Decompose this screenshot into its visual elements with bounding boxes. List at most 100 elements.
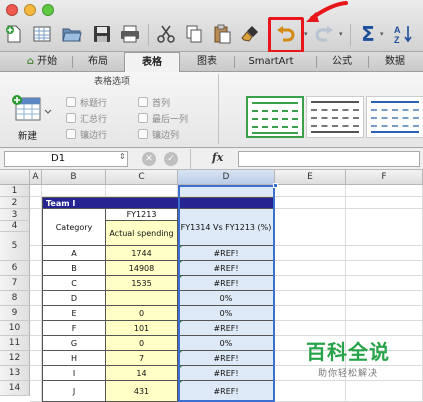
- tab-layout[interactable]: 布局: [76, 52, 120, 72]
- column-header-d[interactable]: D: [178, 170, 275, 185]
- category-cell[interactable]: F: [42, 321, 106, 336]
- cell[interactable]: [275, 291, 346, 306]
- cell[interactable]: [30, 209, 42, 246]
- spending-cell[interactable]: 431: [106, 381, 178, 402]
- format-brush-icon[interactable]: [238, 22, 262, 46]
- select-all-corner[interactable]: [0, 170, 30, 185]
- row-header-13[interactable]: 13: [0, 366, 30, 381]
- first-column-checkbox[interactable]: [138, 97, 148, 107]
- actual-spending-header-cell[interactable]: Actual spending: [106, 221, 178, 246]
- option-header-row[interactable]: 标题行: [66, 96, 107, 109]
- spending-cell[interactable]: 14908: [106, 261, 178, 276]
- cell[interactable]: [275, 185, 346, 197]
- team-header-cell[interactable]: Team I: [42, 197, 275, 209]
- category-cell[interactable]: G: [42, 336, 106, 351]
- row-header-3[interactable]: 3: [0, 209, 30, 221]
- cell[interactable]: [346, 246, 423, 261]
- copy-icon[interactable]: [182, 22, 206, 46]
- compare-cell[interactable]: #REF!: [178, 246, 275, 261]
- column-header-f[interactable]: F: [346, 170, 423, 185]
- compare-cell[interactable]: #REF!: [178, 381, 275, 402]
- category-header-cell[interactable]: Category: [42, 209, 106, 246]
- option-total-row[interactable]: 汇总行: [66, 112, 107, 125]
- cell[interactable]: [275, 276, 346, 291]
- autosum-icon[interactable]: Σ: [356, 22, 380, 46]
- row-header-8[interactable]: 8: [0, 291, 30, 306]
- cell[interactable]: [30, 306, 42, 321]
- print-icon[interactable]: [118, 22, 142, 46]
- selection-fill-handle[interactable]: [273, 183, 278, 188]
- minimize-window-button[interactable]: [24, 4, 36, 16]
- row-header-14[interactable]: 14: [0, 381, 30, 396]
- tab-smartart[interactable]: SmartArt: [238, 52, 304, 72]
- spending-cell[interactable]: 101: [106, 321, 178, 336]
- row-header-10[interactable]: 10: [0, 321, 30, 336]
- cell[interactable]: [346, 321, 423, 336]
- name-box[interactable]: D1: [4, 151, 128, 167]
- option-first-column[interactable]: 首列: [138, 96, 170, 109]
- row-header-6[interactable]: 6: [0, 261, 30, 276]
- name-box-stepper-icon[interactable]: ⇕: [119, 152, 126, 161]
- cell[interactable]: [346, 306, 423, 321]
- tab-charts[interactable]: 图表: [182, 52, 232, 72]
- row-header-1[interactable]: 1: [0, 185, 30, 197]
- option-last-column[interactable]: 最后一列: [138, 112, 188, 125]
- category-cell[interactable]: I: [42, 366, 106, 381]
- save-icon[interactable]: [90, 22, 114, 46]
- column-header-e[interactable]: E: [275, 170, 346, 185]
- open-folder-icon[interactable]: [60, 22, 84, 46]
- row-header-5[interactable]: 5: [0, 232, 30, 261]
- spending-cell[interactable]: 0: [106, 336, 178, 351]
- cell[interactable]: [30, 321, 42, 336]
- fy-header-cell[interactable]: FY1213: [106, 209, 178, 221]
- option-banded-columns[interactable]: 镶边列: [138, 128, 179, 141]
- cell[interactable]: [346, 381, 423, 402]
- cell[interactable]: [30, 261, 42, 276]
- category-cell[interactable]: H: [42, 351, 106, 366]
- cell[interactable]: [30, 291, 42, 306]
- cell[interactable]: [30, 336, 42, 351]
- close-window-button[interactable]: [6, 4, 18, 16]
- spending-cell[interactable]: 1535: [106, 276, 178, 291]
- compare-cell[interactable]: #REF!: [178, 321, 275, 336]
- tab-tables[interactable]: 表格: [124, 52, 180, 73]
- compare-cell[interactable]: 0%: [178, 291, 275, 306]
- redo-dropdown-arrow[interactable]: ▾: [339, 30, 343, 38]
- column-header-c[interactable]: C: [106, 170, 178, 185]
- compare-cell[interactable]: #REF!: [178, 276, 275, 291]
- tab-home[interactable]: ⌂ 开始: [16, 52, 68, 72]
- cell[interactable]: [30, 197, 42, 209]
- column-header-a[interactable]: A: [30, 170, 42, 185]
- function-icon[interactable]: fx: [212, 151, 223, 164]
- category-cell[interactable]: C: [42, 276, 106, 291]
- cell[interactable]: [346, 261, 423, 276]
- new-table-button[interactable]: [8, 92, 54, 126]
- spending-cell[interactable]: 1744: [106, 246, 178, 261]
- cell[interactable]: [346, 276, 423, 291]
- total-row-checkbox[interactable]: [66, 113, 76, 123]
- grid-template-icon[interactable]: [30, 22, 54, 46]
- row-header-4[interactable]: 4: [0, 221, 30, 232]
- option-banded-rows[interactable]: 镶边行: [66, 128, 107, 141]
- cell[interactable]: [275, 209, 346, 246]
- table-style-thumb-2[interactable]: [306, 96, 364, 138]
- header-row-checkbox[interactable]: [66, 97, 76, 107]
- formula-input[interactable]: [238, 151, 420, 167]
- category-cell[interactable]: J: [42, 381, 106, 402]
- cell[interactable]: [30, 366, 42, 381]
- sort-icon[interactable]: AZ: [392, 22, 416, 46]
- new-doc-icon[interactable]: [2, 22, 26, 46]
- cell[interactable]: [275, 197, 346, 209]
- spending-cell[interactable]: 14: [106, 366, 178, 381]
- cell[interactable]: [30, 276, 42, 291]
- category-cell[interactable]: B: [42, 261, 106, 276]
- compare-cell[interactable]: 0%: [178, 306, 275, 321]
- cell[interactable]: [275, 321, 346, 336]
- cell[interactable]: [275, 261, 346, 276]
- confirm-entry-icon[interactable]: ✓: [164, 152, 178, 166]
- banded-columns-checkbox[interactable]: [138, 129, 148, 139]
- cancel-entry-icon[interactable]: ✕: [142, 152, 156, 166]
- compare-cell[interactable]: 0%: [178, 336, 275, 351]
- cell[interactable]: [346, 291, 423, 306]
- undo-dropdown-arrow[interactable]: ▾: [304, 30, 308, 38]
